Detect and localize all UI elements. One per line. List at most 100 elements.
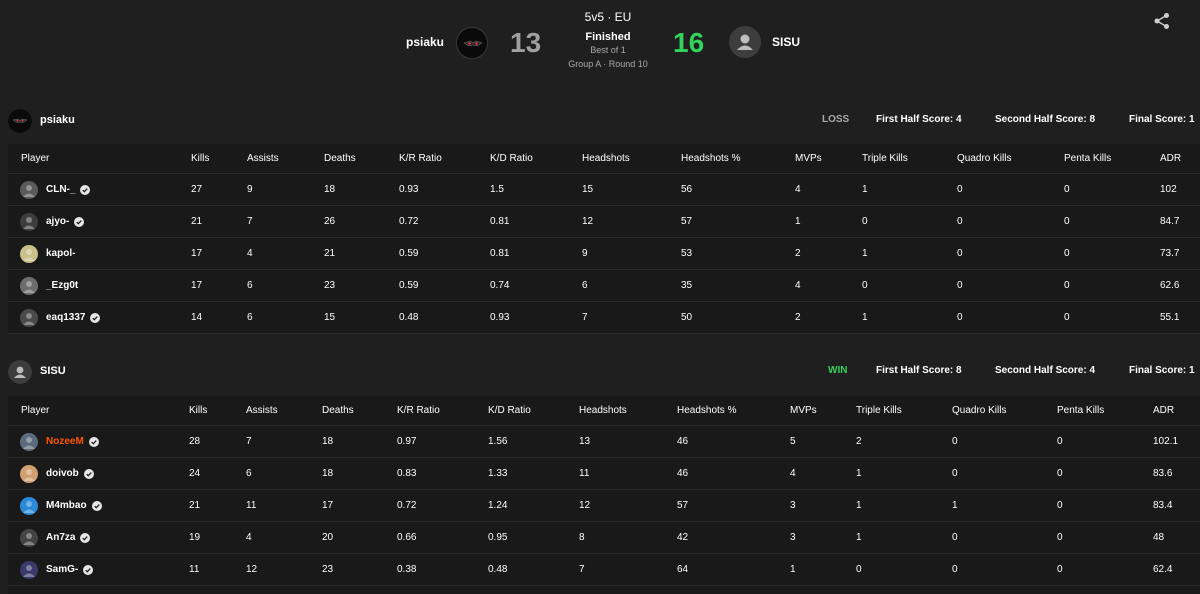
player-avatar[interactable] (20, 244, 38, 263)
player-name[interactable]: SamG- (46, 564, 78, 575)
column-header[interactable]: Quadro Kills (957, 144, 1011, 173)
stat-cell: 15 (324, 312, 336, 323)
player-avatar[interactable] (20, 212, 38, 231)
player-avatar[interactable] (20, 528, 38, 547)
player-avatar[interactable] (20, 308, 38, 327)
column-header[interactable]: K/D Ratio (490, 144, 533, 173)
stat-cell: 3 (790, 500, 796, 511)
player-cell: CLN-_ (16, 174, 91, 205)
player-avatar[interactable] (20, 276, 38, 295)
stat-cell: 0.81 (490, 248, 510, 259)
stat-cell: 5 (790, 436, 796, 447)
column-header[interactable]: Penta Kills (1057, 396, 1104, 425)
column-header[interactable]: Kills (189, 396, 207, 425)
stat-cell: 21 (189, 500, 201, 511)
column-header[interactable]: Kills (191, 144, 209, 173)
stat-cell: 18 (322, 468, 334, 479)
column-header[interactable]: Headshots (582, 144, 630, 173)
stat-cell: 0 (957, 312, 963, 323)
team1-summary-bar: psiaku LOSS First Half Score: 4 Second Half… (0, 107, 1200, 135)
share-icon[interactable] (1153, 12, 1171, 30)
match-header: 5v5 · EU psiaku 13 Finished Best of 1 Gr… (0, 0, 1200, 80)
player-avatar[interactable] (20, 560, 38, 579)
team2-logo[interactable] (8, 360, 32, 384)
verified-check-icon (80, 532, 91, 543)
column-header[interactable]: MVPs (790, 396, 817, 425)
stat-cell: 17 (191, 280, 203, 291)
stat-cell: 1 (795, 216, 801, 227)
table-row: kapol- 17 4 21 0.59 0.81 9 53 2 1 0 0 73.7 (8, 238, 1200, 270)
team2-header-logo[interactable] (729, 26, 761, 58)
column-header[interactable]: Headshots % (677, 396, 736, 425)
stat-cell: 2 (795, 248, 801, 259)
player-avatar[interactable] (20, 432, 38, 451)
team2-name[interactable]: SISU (40, 365, 66, 377)
player-cell: kapol- (16, 238, 75, 269)
stat-cell: 0.93 (399, 184, 419, 195)
team1-result: LOSS (822, 114, 850, 125)
stat-cell: 0 (1057, 468, 1063, 479)
player-name[interactable]: An7za (46, 532, 75, 543)
player-name[interactable]: ajyo- (46, 216, 69, 227)
table-row: ajyo- 21 7 26 0.72 0.81 12 57 1 0 0 0 84.7 (8, 206, 1200, 238)
stat-cell: 35 (681, 280, 693, 291)
verified-check-icon (83, 564, 94, 575)
verified-check-icon (91, 500, 102, 511)
column-header[interactable]: Player (21, 144, 49, 173)
stat-cell: 11 (579, 468, 590, 479)
table-row: SamG- 11 12 23 0.38 0.48 7 64 1 0 0 0 62.4 (8, 554, 1200, 586)
column-header[interactable]: Deaths (322, 396, 354, 425)
player-name[interactable]: M4mbao (46, 500, 87, 511)
stat-cell: 1 (862, 312, 868, 323)
player-cell: An7za (16, 522, 91, 553)
column-header[interactable]: Assists (247, 144, 279, 173)
player-name[interactable]: _Ezg0t (46, 280, 78, 291)
column-header[interactable]: Triple Kills (856, 396, 902, 425)
column-header[interactable]: ADR (1160, 144, 1181, 173)
player-name[interactable]: eaq1337 (46, 312, 85, 323)
stat-cell: 4 (795, 184, 801, 195)
stat-cell: 0.59 (399, 280, 419, 291)
player-avatar[interactable] (20, 180, 38, 199)
table-row: doivob 24 6 18 0.83 1.33 11 46 4 1 0 0 83.6 (8, 458, 1200, 490)
column-header[interactable]: K/R Ratio (397, 396, 440, 425)
player-name[interactable]: kapol- (46, 248, 75, 259)
stat-cell: 3 (790, 532, 796, 543)
stat-cell: 7 (582, 312, 588, 323)
column-header[interactable]: Headshots % (681, 144, 740, 173)
player-name[interactable]: NozeeM (46, 436, 84, 447)
stat-cell: 1 (856, 500, 862, 511)
table-row: NozeeM 28 7 18 0.97 1.56 13 46 5 2 0 0 102.1 (8, 426, 1200, 458)
player-name[interactable]: doivob (46, 468, 79, 479)
column-header[interactable]: Player (21, 396, 49, 425)
stat-cell: 26 (324, 216, 336, 227)
team1-first-half-score: First Half Score: 4 (876, 114, 962, 125)
verified-check-icon (83, 468, 94, 479)
column-header[interactable]: Headshots (579, 396, 627, 425)
player-name[interactable]: CLN-_ (46, 184, 75, 195)
team2-header-name[interactable]: SISU (772, 35, 800, 49)
stat-cell: 6 (247, 312, 253, 323)
column-header[interactable]: Triple Kills (862, 144, 908, 173)
team1-name[interactable]: psiaku (40, 114, 75, 126)
stat-cell: 0 (856, 564, 862, 575)
stat-cell: 1.5 (490, 184, 504, 195)
stat-cell: 0 (952, 532, 958, 543)
stat-cell: 0.72 (397, 500, 417, 511)
team1-logo[interactable] (8, 109, 32, 133)
column-header[interactable]: Deaths (324, 144, 356, 173)
stat-cell: 73.7 (1160, 248, 1180, 259)
player-cell: SamG- (16, 554, 94, 585)
stat-cell: 0 (1064, 280, 1070, 291)
player-avatar[interactable] (20, 496, 38, 515)
column-header[interactable]: Assists (246, 396, 278, 425)
column-header[interactable]: Quadro Kills (952, 396, 1006, 425)
stat-cell: 0 (1057, 532, 1063, 543)
column-header[interactable]: K/R Ratio (399, 144, 442, 173)
column-header[interactable]: ADR (1153, 396, 1174, 425)
player-avatar[interactable] (20, 464, 38, 483)
column-header[interactable]: MVPs (795, 144, 822, 173)
column-header[interactable]: Penta Kills (1064, 144, 1111, 173)
column-header[interactable]: K/D Ratio (488, 396, 531, 425)
stat-cell: 2 (856, 436, 862, 447)
